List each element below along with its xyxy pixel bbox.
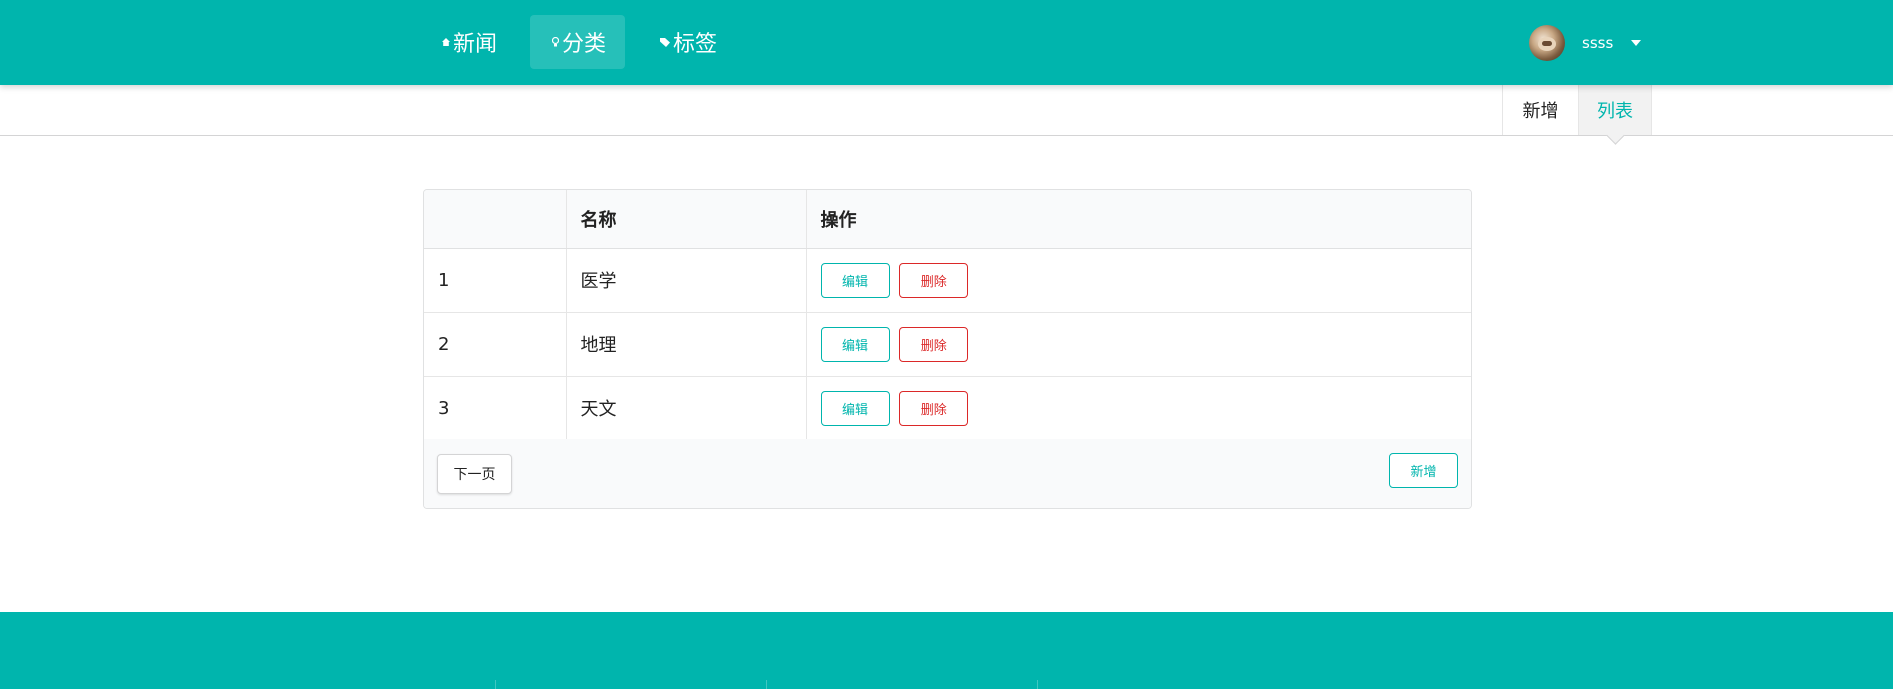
- table-header-row: 名称 操作: [424, 190, 1471, 249]
- row-id: 3: [424, 376, 566, 441]
- table-row: 2 地理 编辑 删除: [424, 312, 1471, 377]
- avatar: [1529, 25, 1565, 61]
- footer-divider: [766, 680, 767, 689]
- active-tab-pointer: [1606, 126, 1625, 145]
- idea-icon: [552, 37, 559, 47]
- home-icon: [442, 38, 450, 46]
- nav-item-label: 新闻: [453, 32, 498, 57]
- table-row: 3 天文 编辑 删除: [424, 376, 1471, 441]
- tab-label: 列表: [1597, 101, 1633, 122]
- tab-label: 新增: [1522, 101, 1559, 122]
- row-name: 地理: [565, 312, 806, 377]
- edit-button[interactable]: 编辑: [820, 262, 890, 298]
- row-name: 医学: [565, 248, 806, 313]
- add-category-button[interactable]: 新增: [1389, 453, 1458, 488]
- nav-item-label: 分类: [562, 32, 607, 57]
- tab-list[interactable]: 列表: [1578, 85, 1652, 145]
- site-footer: [0, 612, 1893, 689]
- tab-add[interactable]: 新增: [1502, 85, 1578, 135]
- row-name: 天文: [565, 376, 806, 441]
- user-menu[interactable]: ssss: [1529, 25, 1642, 61]
- delete-button[interactable]: 删除: [899, 390, 969, 426]
- table-row: 1 医学 编辑 删除: [424, 248, 1471, 313]
- nav-item-label: 标签: [673, 32, 718, 57]
- row-actions: 编辑 删除: [805, 312, 1471, 377]
- category-table: 名称 操作 1 医学 编辑 删除 2 地理 编辑 删除 3 天文 编辑 删除 下…: [423, 189, 1472, 509]
- footer-divider: [1037, 680, 1038, 689]
- nav-item-tags[interactable]: 标签: [642, 15, 739, 69]
- row-actions: 编辑 删除: [805, 248, 1471, 313]
- tag-icon: [660, 37, 670, 47]
- row-id: 1: [424, 248, 566, 313]
- nav-item-news[interactable]: 新闻: [424, 15, 519, 69]
- column-header-name: 名称: [565, 190, 806, 249]
- sub-navbar: 新增 列表: [0, 85, 1893, 145]
- table-footer: 下一页 新增: [424, 439, 1471, 508]
- edit-button[interactable]: 编辑: [820, 390, 890, 426]
- delete-button[interactable]: 删除: [899, 326, 969, 362]
- user-name: ssss: [1582, 34, 1614, 52]
- footer-divider: [495, 680, 496, 689]
- top-navbar: 新闻 分类 标签 ssss: [0, 0, 1893, 85]
- caret-down-icon: [1631, 40, 1642, 46]
- row-id: 2: [424, 312, 566, 377]
- column-header-id: [424, 190, 566, 249]
- nav-item-category[interactable]: 分类: [530, 15, 625, 69]
- next-page-button[interactable]: 下一页: [437, 454, 512, 494]
- column-header-actions: 操作: [805, 190, 1471, 249]
- edit-button[interactable]: 编辑: [820, 326, 890, 362]
- delete-button[interactable]: 删除: [899, 262, 969, 298]
- row-actions: 编辑 删除: [805, 376, 1471, 441]
